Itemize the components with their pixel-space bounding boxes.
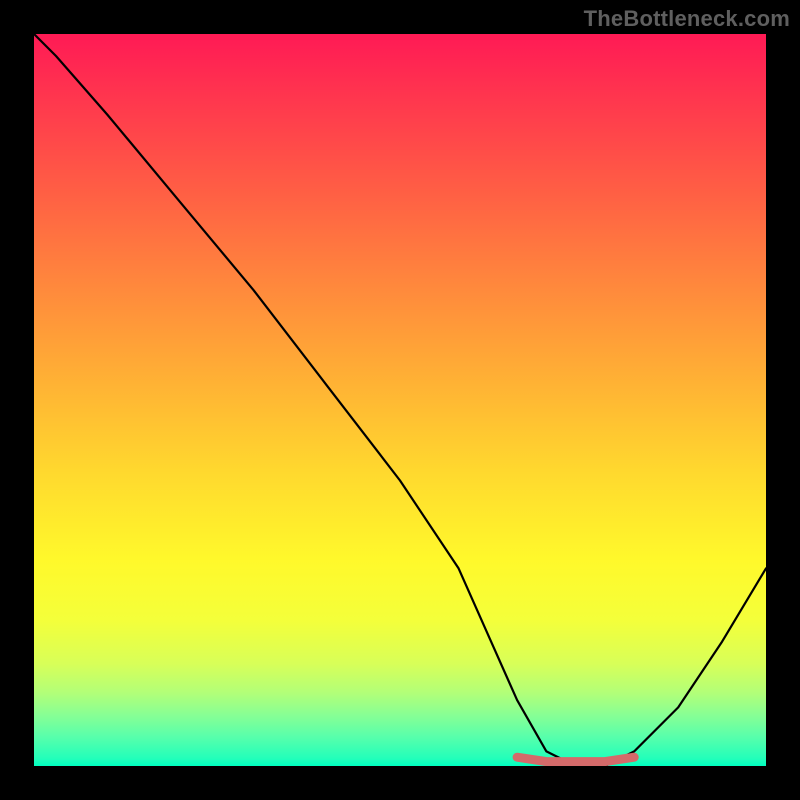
bottleneck-curve bbox=[34, 34, 766, 766]
plot-area bbox=[34, 34, 766, 766]
line-chart-svg bbox=[34, 34, 766, 766]
optimal-range-marker bbox=[517, 757, 634, 761]
watermark-text: TheBottleneck.com bbox=[584, 6, 790, 32]
chart-frame: TheBottleneck.com bbox=[0, 0, 800, 800]
